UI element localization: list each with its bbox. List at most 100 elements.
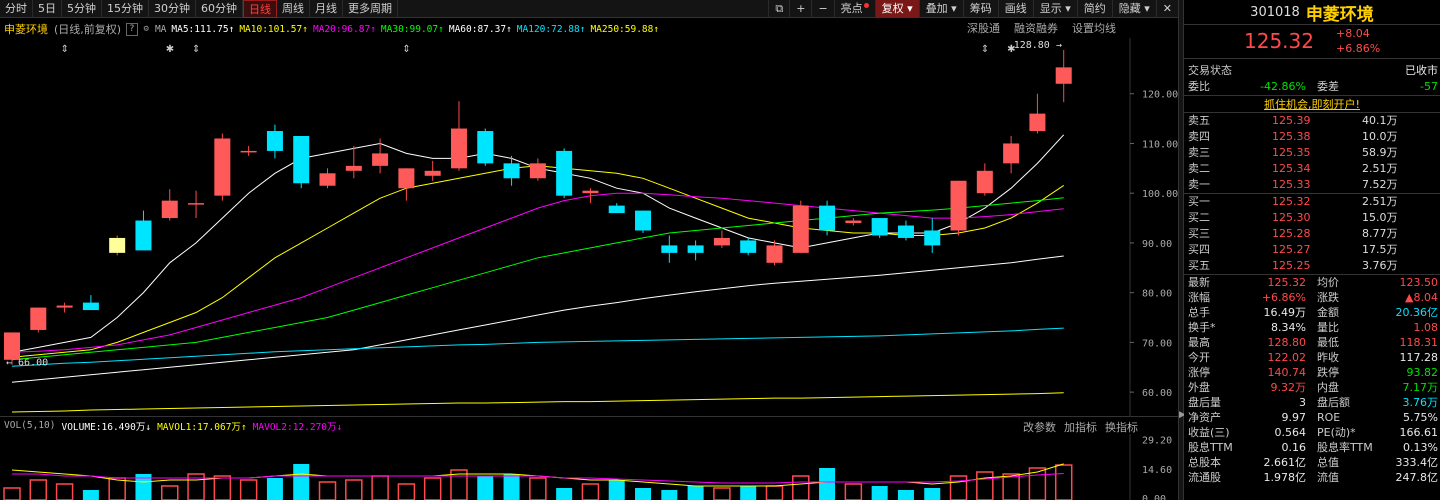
volume-chart[interactable]: 29.20 14.60 0.00: [0, 434, 1178, 500]
candle[interactable]: [1003, 136, 1020, 174]
stats-row: 流通股 1.978亿 流值 247.8亿: [1184, 470, 1440, 485]
candle[interactable]: [556, 148, 573, 199]
candle[interactable]: [635, 210, 652, 233]
candle[interactable]: [529, 158, 546, 181]
candle[interactable]: [372, 138, 389, 174]
candle[interactable]: [897, 220, 914, 241]
stat-value: 118.31: [1399, 336, 1439, 349]
close-button-label: ✕: [1162, 1, 1172, 15]
help-icon[interactable]: ?: [126, 22, 138, 36]
bids-row[interactable]: 买四 125.27 17.5万: [1184, 242, 1440, 258]
volume-bar: [635, 488, 652, 500]
info-link-1[interactable]: 融资融券: [1014, 22, 1058, 35]
timeframe-tab-9[interactable]: 更多周期: [343, 0, 398, 18]
candle[interactable]: [687, 240, 704, 261]
zoom-in-button[interactable]: +: [789, 0, 811, 18]
timeframe-tab-7[interactable]: 周线: [277, 0, 310, 18]
candle[interactable]: [30, 307, 47, 333]
info-link-0[interactable]: 深股通: [967, 22, 1000, 35]
chips-button[interactable]: 筹码: [962, 0, 998, 18]
candle[interactable]: [214, 133, 231, 201]
bids-row[interactable]: 买二 125.30 15.0万: [1184, 210, 1440, 226]
candle[interactable]: [950, 180, 967, 236]
ma-info-bar: 申菱环境 (日线,前复权) ? ⚙ MA MA5:111.75↑ MA10:101…: [0, 20, 1178, 38]
timeframe-tab-0[interactable]: 分时: [0, 0, 33, 18]
candlestick-chart[interactable]: 60.00 70.00 80.00 90.00 100.00 110.00 120.00 12…: [0, 38, 1178, 416]
candle[interactable]: [82, 295, 99, 311]
adjust-button[interactable]: 复权 ▾: [874, 0, 919, 18]
candle[interactable]: [240, 145, 257, 156]
display-button[interactable]: 显示 ▾: [1032, 0, 1077, 18]
timeframe-tab-3[interactable]: 15分钟: [102, 0, 149, 18]
close-button[interactable]: ✕: [1155, 0, 1178, 18]
timeframe-tab-6[interactable]: 日线: [243, 0, 277, 18]
candle[interactable]: [477, 128, 494, 166]
bids-row[interactable]: 买五 125.25 3.76万: [1184, 258, 1440, 274]
candle[interactable]: [740, 237, 757, 256]
asks-row[interactable]: 卖一 125.33 7.52万: [1184, 177, 1440, 193]
hide-button[interactable]: 隐藏 ▾: [1111, 0, 1156, 18]
event-marker-icon[interactable]: ⇕: [61, 44, 69, 55]
candle[interactable]: [319, 168, 336, 189]
candle[interactable]: [976, 163, 993, 196]
timeframe-tab-5[interactable]: 60分钟: [196, 0, 243, 18]
candle[interactable]: [109, 235, 126, 256]
layout-icon[interactable]: ⧉: [768, 0, 789, 18]
event-marker-icon[interactable]: ✱: [1007, 44, 1015, 55]
candle[interactable]: [266, 124, 283, 159]
zoom-out-button[interactable]: −: [811, 0, 833, 18]
bids-row[interactable]: 买三 125.28 8.77万: [1184, 226, 1440, 242]
highlight-button[interactable]: 亮点: [833, 0, 875, 18]
chart-mode-label: (日线,前复权): [54, 23, 122, 36]
candle[interactable]: [871, 218, 888, 238]
candle[interactable]: [1029, 93, 1046, 134]
candle[interactable]: [450, 101, 467, 171]
draw-button[interactable]: 画线: [997, 0, 1033, 18]
candle[interactable]: [424, 160, 441, 181]
timeframe-tab-8[interactable]: 月线: [310, 0, 343, 18]
candle[interactable]: [135, 210, 152, 251]
overlay-button[interactable]: 叠加 ▾: [918, 0, 963, 18]
volume-link-1[interactable]: 加指标: [1064, 421, 1097, 434]
candle[interactable]: [713, 230, 730, 248]
candle[interactable]: [188, 190, 205, 219]
event-marker-icon[interactable]: ✱: [166, 44, 174, 55]
candle[interactable]: [608, 203, 625, 214]
candle[interactable]: [661, 235, 678, 263]
timeframe-tab-1[interactable]: 5日: [33, 0, 62, 18]
stat-value: 9.32万: [1270, 381, 1307, 394]
timeframe-tab-2[interactable]: 5分钟: [62, 0, 102, 18]
candle[interactable]: [845, 218, 862, 226]
zoom-out-button-label: −: [818, 1, 828, 15]
candle-body: [661, 245, 678, 253]
candle[interactable]: [792, 200, 809, 253]
ma-value-4: MA60:87.37↑: [449, 24, 512, 35]
volume-bar: [687, 486, 704, 500]
asks-row[interactable]: 卖四 125.38 10.0万: [1184, 129, 1440, 145]
candle[interactable]: [345, 145, 362, 179]
volume-value-0: VOLUME:16.490万↓: [61, 422, 151, 433]
candle[interactable]: [56, 302, 73, 313]
candle[interactable]: [161, 189, 178, 221]
open-account-link[interactable]: 抓住机会,即刻开户!: [1184, 95, 1440, 113]
volume-link-2[interactable]: 换指标: [1105, 421, 1138, 434]
event-marker-icon[interactable]: ⇕: [402, 44, 410, 55]
candle[interactable]: [398, 168, 415, 201]
candle[interactable]: [582, 188, 599, 204]
timeframe-tab-4[interactable]: 30分钟: [149, 0, 196, 18]
candle[interactable]: [819, 200, 836, 236]
candle[interactable]: [293, 136, 310, 189]
asks-row[interactable]: 卖二 125.34 2.51万: [1184, 161, 1440, 177]
candle[interactable]: [924, 218, 941, 253]
volume-bar: [318, 481, 337, 500]
asks-row[interactable]: 卖五 125.39 40.1万: [1184, 113, 1440, 129]
asks-row[interactable]: 卖三 125.35 58.9万: [1184, 145, 1440, 161]
info-link-2[interactable]: 设置均线: [1072, 22, 1116, 35]
candle[interactable]: [1055, 49, 1072, 103]
volume-link-0[interactable]: 改参数: [1023, 421, 1056, 434]
simple-button[interactable]: 简约: [1076, 0, 1112, 18]
event-marker-icon[interactable]: ⇕: [192, 44, 200, 55]
bids-row[interactable]: 买一 125.32 2.51万: [1184, 194, 1440, 210]
settings-gear-icon[interactable]: ⚙: [142, 24, 151, 35]
event-marker-icon[interactable]: ⇕: [981, 44, 989, 55]
